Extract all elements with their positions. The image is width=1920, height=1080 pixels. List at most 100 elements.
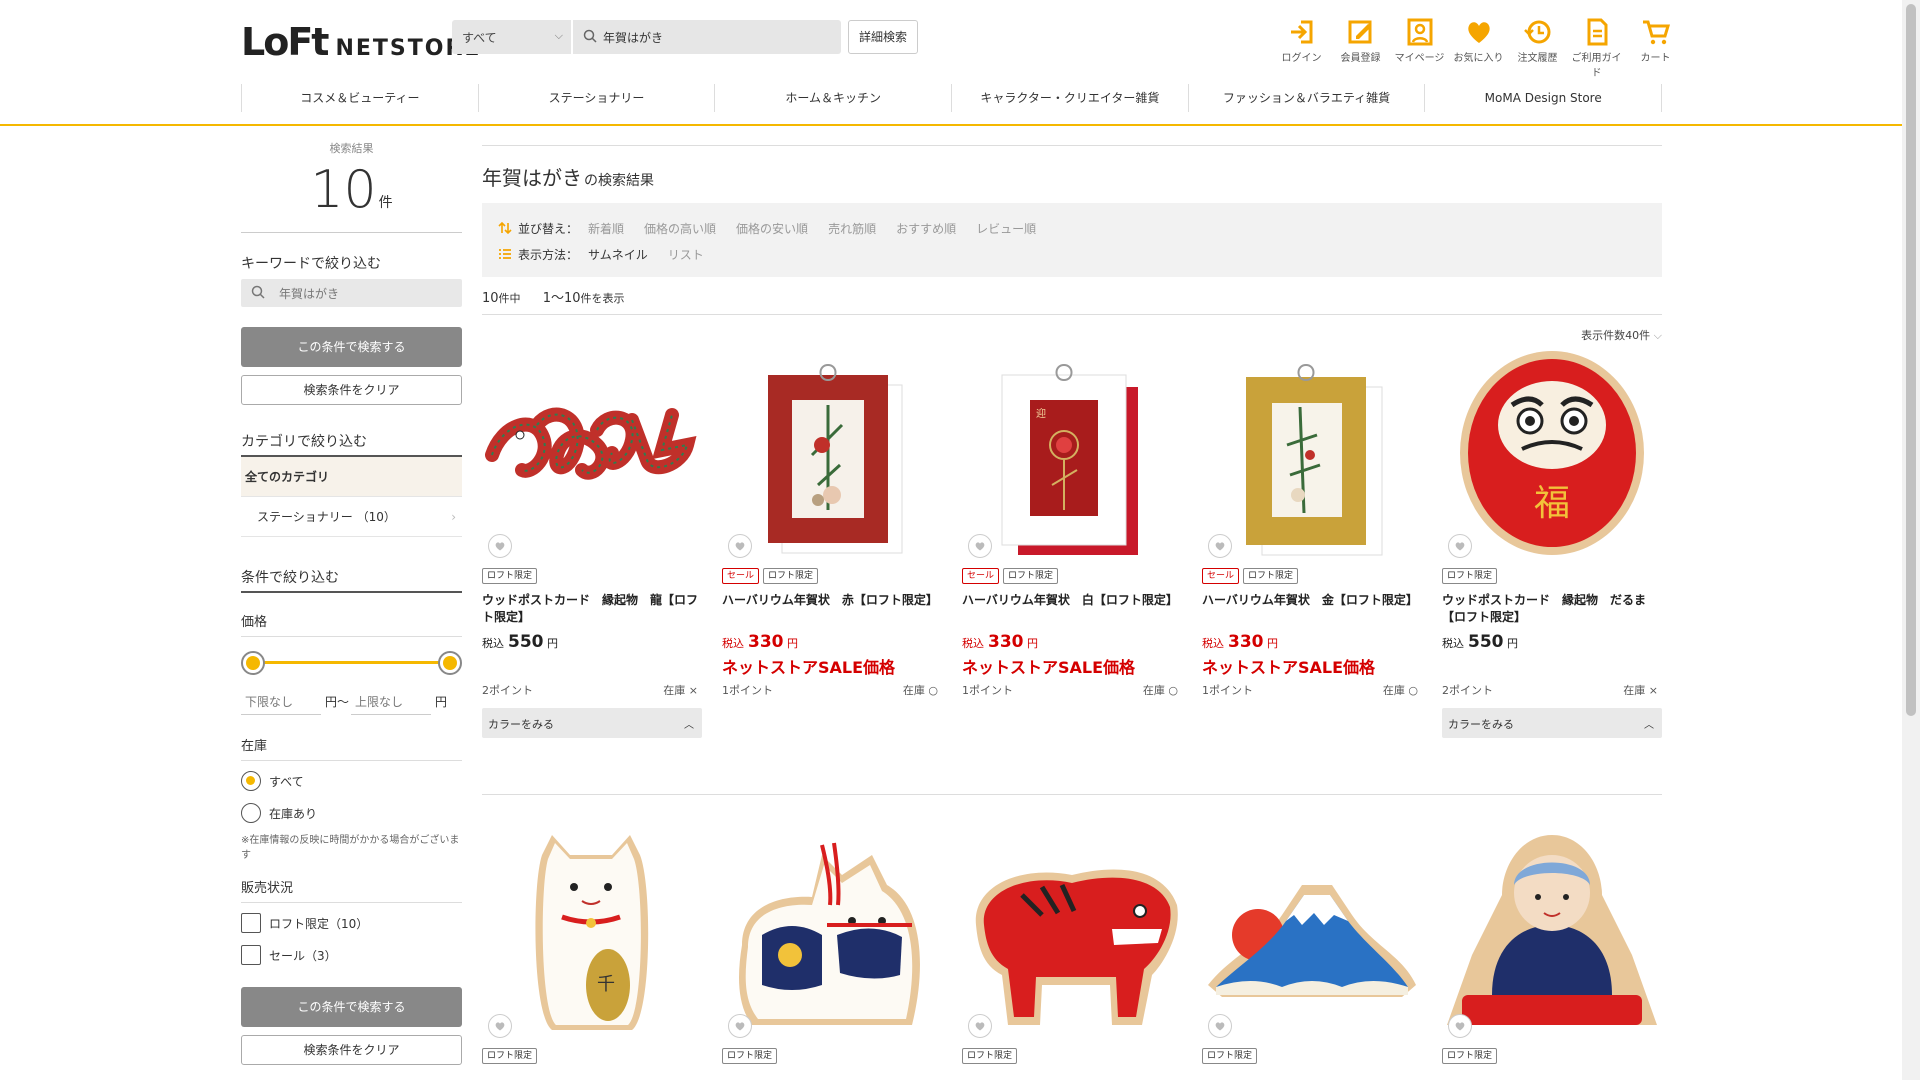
favorite-button[interactable] <box>728 534 752 558</box>
clear-filter-button-bottom[interactable]: 検索条件をクリア <box>241 1035 462 1065</box>
view-thumbnail[interactable]: サムネイル <box>588 246 648 263</box>
product-card[interactable]: 千 ロフト限定 <box>482 825 702 1066</box>
see-colors-label: カラーをみる <box>1448 718 1514 731</box>
category-select[interactable]: すべて ⌵ <box>452 20 571 54</box>
favorite-button[interactable] <box>1448 1014 1472 1038</box>
loft-only-tag: ロフト限定 <box>962 1048 1018 1064</box>
loft-only-checkbox[interactable]: ロフト限定（10） <box>241 907 462 939</box>
favorite-button[interactable] <box>1448 534 1472 558</box>
see-colors-button[interactable]: カラーをみる ︿ <box>1442 708 1662 738</box>
product-name[interactable]: ウッドポストカード 縁起物 龍【ロフト限定】 <box>482 592 702 632</box>
sort-price-low[interactable]: 価格の安い順 <box>736 220 808 237</box>
product-name[interactable]: ハーバリウム年賀状 金【ロフト限定】 <box>1202 592 1422 632</box>
favorite-button[interactable] <box>1208 534 1232 558</box>
keyword-filter-input[interactable]: 年賀はがき <box>241 279 462 307</box>
view-label: 表示方法： <box>518 247 579 262</box>
cart-link[interactable]: カート <box>1626 18 1685 79</box>
product-card[interactable]: ロフト限定 <box>1442 825 1662 1066</box>
product-stock: 在庫 × <box>1623 684 1658 697</box>
price-slider[interactable] <box>241 647 462 677</box>
nav-stationery[interactable]: ステーショナリー <box>477 84 715 112</box>
product-image[interactable]: 千 <box>482 825 702 1040</box>
sort-review[interactable]: レビュー順 <box>976 220 1036 237</box>
product-price: 税込 330 円 <box>962 632 1182 654</box>
product-name[interactable]: ハーバリウム年賀状 白【ロフト限定】 <box>962 592 1182 632</box>
product-image[interactable] <box>722 825 942 1040</box>
sort-recommended[interactable]: おすすめ順 <box>896 220 956 237</box>
product-name[interactable]: ハーバリウム年賀状 赤【ロフト限定】 <box>722 592 942 632</box>
sale-checkbox[interactable]: セール（3） <box>241 939 462 971</box>
product-image[interactable] <box>962 825 1182 1040</box>
product-card[interactable]: 迎 セール ロフト限定 ハーバリウム年賀状 白【ロフト限定】 税込 330 円 ネ… <box>962 345 1182 794</box>
favorite-button[interactable] <box>968 534 992 558</box>
favorite-label: お気に入り <box>1453 53 1504 64</box>
nav-fashion[interactable]: ファッション＆バラエティ雑貨 <box>1187 84 1425 112</box>
product-card[interactable]: セール ロフト限定 ハーバリウム年賀状 赤【ロフト限定】 税込 330 円 ネット… <box>722 345 942 794</box>
price-slider-min-handle[interactable] <box>241 651 265 675</box>
favorite-button[interactable] <box>488 534 512 558</box>
register-icon <box>1348 20 1371 44</box>
register-link[interactable]: 会員登録 <box>1331 18 1390 79</box>
product-card[interactable]: ロフト限定 ウッドポストカード 縁起物 龍【ロフト限定】 税込 550 円 2ポイ… <box>482 345 702 794</box>
nav-cosme[interactable]: コスメ＆ビューティー <box>241 84 478 112</box>
apply-filter-button[interactable]: この条件で検索する <box>241 327 462 367</box>
product-image[interactable]: 福 <box>1442 345 1662 560</box>
nav-moma[interactable]: MoMA Design Store <box>1424 84 1663 112</box>
cart-icon <box>1642 20 1670 45</box>
site-header: LoFt NETSTORE すべて ⌵ 年賀はがき 詳細検索 ログイン 会員登録… <box>0 0 1902 126</box>
scrollbar[interactable] <box>1902 0 1920 1080</box>
sort-price-high[interactable]: 価格の高い順 <box>644 220 716 237</box>
product-image[interactable]: 迎 <box>962 345 1182 560</box>
guide-link[interactable]: ご利用ガイド <box>1567 18 1626 79</box>
favorite-button[interactable] <box>488 1014 512 1038</box>
product-image[interactable] <box>722 345 942 560</box>
sort-label: 並び替え： <box>518 221 579 236</box>
product-image[interactable] <box>482 345 702 560</box>
product-card[interactable]: 福 ロフト限定 ウッドポストカード 縁起物 だるま【ロフト限定】 税込 550 円… <box>1442 345 1662 794</box>
apply-filter-button-bottom[interactable]: この条件で検索する <box>241 987 462 1027</box>
result-range-suffix: 件を表示 <box>580 292 625 305</box>
stock-in-radio[interactable]: 在庫あり <box>241 797 462 829</box>
product-card[interactable]: セール ロフト限定 ハーバリウム年賀状 金【ロフト限定】 税込 330 円 ネット… <box>1202 345 1422 794</box>
history-link[interactable]: 注文履歴 <box>1508 18 1567 79</box>
product-price: 税込 330 円 <box>1202 632 1422 654</box>
nav-home-kitchen[interactable]: ホーム＆キッチン <box>714 84 951 112</box>
per-page-select[interactable]: 表示件数40件 ⌵ <box>482 315 1662 345</box>
view-list[interactable]: リスト <box>668 246 704 263</box>
nav-character[interactable]: キャラクター・クリエイター雑貨 <box>951 84 1188 112</box>
price-slider-max-handle[interactable] <box>438 651 462 675</box>
product-image[interactable] <box>1202 825 1422 1040</box>
guide-icon <box>1587 18 1607 46</box>
product-tags: ロフト限定 <box>722 1040 942 1066</box>
search-input[interactable]: 年賀はがき <box>573 20 841 54</box>
heart-icon <box>975 1022 985 1031</box>
product-image[interactable] <box>1202 345 1422 560</box>
category-item-stationery[interactable]: ステーショナリー （10） › <box>241 497 462 537</box>
login-link[interactable]: ログイン <box>1272 18 1331 79</box>
product-card[interactable]: ロフト限定 <box>722 825 942 1066</box>
favorite-button[interactable] <box>728 1014 752 1038</box>
category-all[interactable]: 全てのカテゴリ <box>241 457 462 497</box>
sort-newest[interactable]: 新着順 <box>588 220 624 237</box>
heart-icon <box>495 1022 505 1031</box>
product-card[interactable]: ロフト限定 <box>1202 825 1422 1066</box>
sort-bestseller[interactable]: 売れ筋順 <box>828 220 876 237</box>
product-name[interactable]: ウッドポストカード 縁起物 だるま【ロフト限定】 <box>1442 592 1662 632</box>
favorite-link[interactable]: お気に入り <box>1449 18 1508 79</box>
favorite-button[interactable] <box>968 1014 992 1038</box>
site-logo[interactable]: LoFt NETSTORE <box>241 20 481 64</box>
product-image[interactable] <box>1442 825 1662 1040</box>
scrollbar-thumb[interactable] <box>1906 4 1916 716</box>
advanced-search-button[interactable]: 詳細検索 <box>848 20 918 54</box>
mypage-link[interactable]: マイページ <box>1390 18 1449 79</box>
favorite-button[interactable] <box>1208 1014 1232 1038</box>
stock-all-radio[interactable]: すべて <box>241 765 462 797</box>
price-min-input[interactable]: 下限なし <box>241 687 321 715</box>
checkbox-icon <box>241 945 261 965</box>
conditions-title: 条件で絞り込む <box>241 567 462 593</box>
product-card[interactable]: ロフト限定 <box>962 825 1182 1066</box>
price-max-input[interactable]: 上限なし <box>351 687 432 715</box>
clear-filter-button[interactable]: 検索条件をクリア <box>241 375 462 405</box>
see-colors-button[interactable]: カラーをみる ︿ <box>482 708 702 738</box>
price-unit: 円 <box>547 637 558 650</box>
